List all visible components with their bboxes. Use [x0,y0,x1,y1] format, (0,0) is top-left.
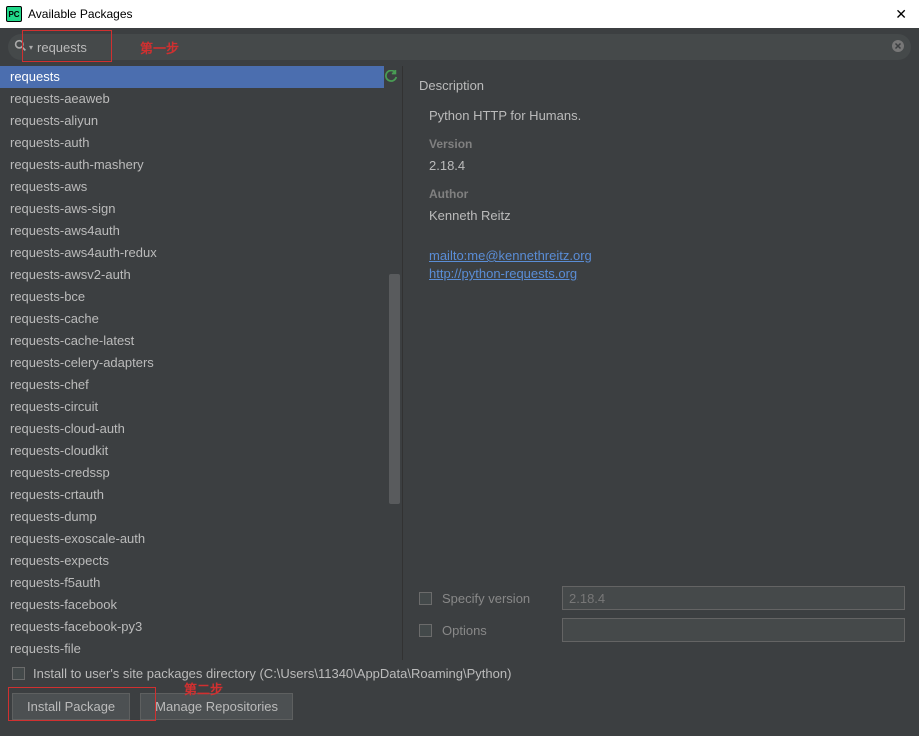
clear-search-icon[interactable] [891,39,905,56]
specify-version-row: Specify version [419,586,905,610]
search-dropdown-icon[interactable]: ▾ [29,43,33,52]
options-row: Options [419,618,905,642]
package-item[interactable]: requests-chef [0,374,384,396]
pycharm-icon: PC [6,6,22,22]
options-input[interactable] [562,618,905,642]
package-item[interactable]: requests-aliyun [0,110,384,132]
package-item[interactable]: requests-facebook-py3 [0,616,384,638]
title-bar: PC Available Packages ✕ [0,0,919,28]
project-url-link[interactable]: http://python-requests.org [429,266,577,281]
package-item[interactable]: requests-auth [0,132,384,154]
package-item[interactable]: requests-cloudkit [0,440,384,462]
install-to-user-checkbox[interactable] [12,667,25,680]
package-item[interactable]: requests-f5auth [0,572,384,594]
description-text: Python HTTP for Humans. [429,107,905,125]
author-label: Author [429,185,905,203]
package-item[interactable]: requests-cache-latest [0,330,384,352]
main-area: requestsrequests-aeawebrequests-aliyunre… [0,66,919,660]
description-heading: Description [419,78,905,93]
package-item[interactable]: requests-exoscale-auth [0,528,384,550]
package-item[interactable]: requests [0,66,384,88]
close-button[interactable]: ✕ [887,4,915,25]
package-item[interactable]: requests-awsv2-auth [0,264,384,286]
package-item[interactable]: requests-expects [0,550,384,572]
package-item[interactable]: requests-cloud-auth [0,418,384,440]
scrollbar-thumb[interactable] [389,274,400,504]
search-input[interactable] [37,40,891,55]
package-item[interactable]: requests-aws-sign [0,198,384,220]
package-item[interactable]: requests-aws4auth [0,220,384,242]
window-title: Available Packages [28,7,133,21]
bottom-bar: Install to user's site packages director… [0,660,919,730]
package-item[interactable]: requests-cache [0,308,384,330]
package-item[interactable]: requests-facebook [0,594,384,616]
author-value: Kenneth Reitz [429,207,905,225]
details-pane: Description Python HTTP for Humans. Vers… [403,66,919,660]
install-to-user-label: Install to user's site packages director… [33,666,511,681]
author-email-link[interactable]: mailto:me@kennethreitz.org [429,248,592,263]
package-item[interactable]: requests-dump [0,506,384,528]
package-item[interactable]: requests-crtauth [0,484,384,506]
package-item[interactable]: requests-credssp [0,462,384,484]
options-checkbox[interactable] [419,624,432,637]
package-item[interactable]: requests-aws4auth-redux [0,242,384,264]
package-item[interactable]: requests-celery-adapters [0,352,384,374]
package-item[interactable]: requests-circuit [0,396,384,418]
package-item[interactable]: requests-aws [0,176,384,198]
search-bar: ▾ 第一步 [0,28,919,66]
specify-version-label: Specify version [442,591,552,606]
specify-version-input[interactable] [562,586,905,610]
search-icon [14,39,27,55]
manage-repositories-button[interactable]: Manage Repositories [140,693,293,720]
install-to-user-row: Install to user's site packages director… [12,666,907,681]
package-item[interactable]: requests-auth-mashery [0,154,384,176]
package-item[interactable]: requests-aeaweb [0,88,384,110]
options-label: Options [442,623,552,638]
install-package-button[interactable]: Install Package [12,693,130,720]
package-list[interactable]: requestsrequests-aeawebrequests-aliyunre… [0,66,402,660]
package-item[interactable]: requests-bce [0,286,384,308]
version-label: Version [429,135,905,153]
search-field-wrap[interactable]: ▾ [8,34,911,60]
specify-version-checkbox[interactable] [419,592,432,605]
version-value: 2.18.4 [429,157,905,175]
package-list-pane: requestsrequests-aeawebrequests-aliyunre… [0,66,402,660]
package-item[interactable]: requests-file [0,638,384,660]
